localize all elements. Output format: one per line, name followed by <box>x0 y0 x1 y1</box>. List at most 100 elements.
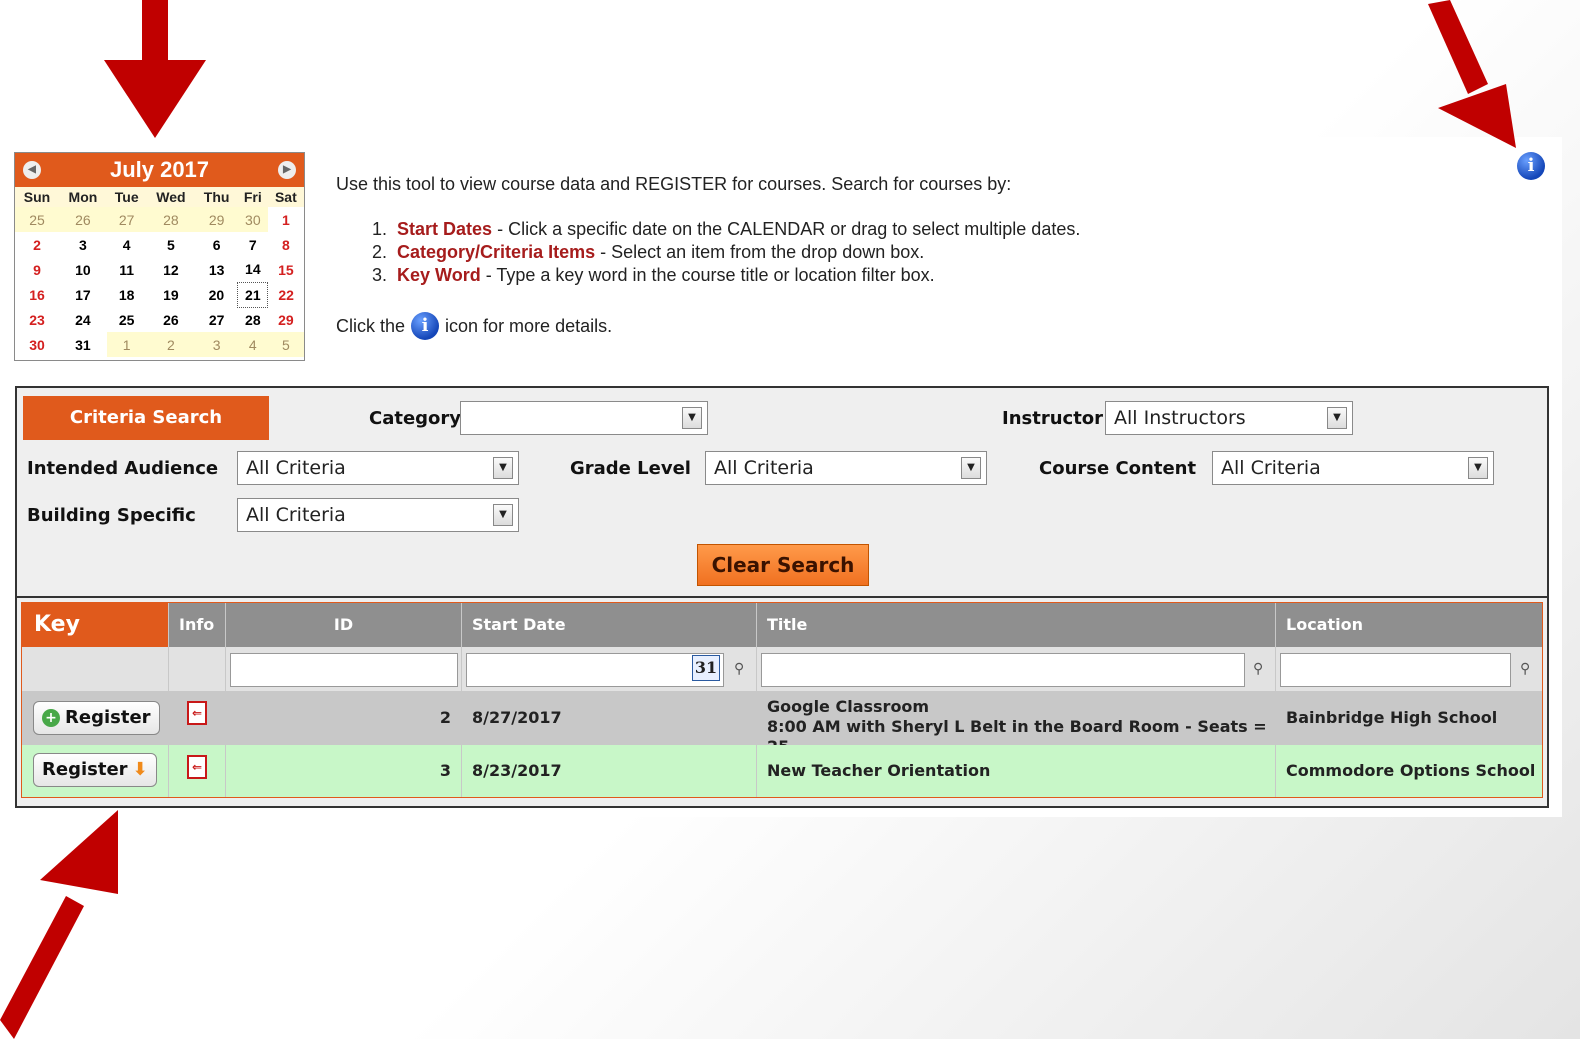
grade-label: Grade Level <box>570 458 691 479</box>
calendar-day[interactable]: 3 <box>195 332 238 357</box>
info-cell: ⇐ <box>169 691 226 745</box>
grade-select[interactable]: All Criteria ▼ <box>705 451 987 485</box>
step-desc: - Click a specific date on the CALENDAR … <box>492 219 1081 239</box>
calendar-day[interactable]: 17 <box>59 282 107 307</box>
calendar-day[interactable]: 15 <box>268 257 304 282</box>
calendar-day[interactable]: 26 <box>147 307 196 332</box>
calendar-day[interactable]: 19 <box>147 282 196 307</box>
calendar-day[interactable]: 16 <box>15 282 59 307</box>
calendar-day[interactable]: 5 <box>267 332 304 357</box>
calendar-day[interactable]: 20 <box>195 282 238 307</box>
table-row[interactable]: + Register ⇐ 2 8/27/2017 Google Classroo… <box>22 691 1542 756</box>
course-title: Google Classroom <box>767 697 930 716</box>
calendar-day[interactable]: 28 <box>238 307 268 332</box>
calendar-day[interactable]: 8 <box>268 232 304 257</box>
calendar-day[interactable]: 11 <box>107 257 147 282</box>
calendar-day[interactable]: 27 <box>106 207 147 232</box>
calendar-day[interactable]: 13 <box>195 257 238 282</box>
calendar-day[interactable]: 25 <box>15 207 59 232</box>
building-label: Building Specific <box>27 505 196 526</box>
calendar: ◀ July 2017 ▶ Sun Mon Tue Wed Thu Fri Sa… <box>14 152 305 361</box>
id-column-header[interactable]: ID <box>226 603 462 647</box>
calendar-day[interactable]: 22 <box>268 282 304 307</box>
register-cell: + Register <box>22 691 169 745</box>
calendar-day[interactable]: 25 <box>107 307 147 332</box>
chevron-down-icon: ▼ <box>493 457 513 479</box>
pdf-icon[interactable]: ⇐ <box>187 701 207 725</box>
category-select[interactable]: ▼ <box>460 401 708 435</box>
info-hint: Click the i icon for more details. <box>336 312 612 340</box>
start-date-filter-input[interactable] <box>466 653 724 687</box>
calendar-day[interactable]: 14 <box>238 257 268 282</box>
key-icon[interactable]: ⚲ <box>1520 660 1530 677</box>
criteria-search-tab[interactable]: Criteria Search <box>23 396 269 440</box>
chevron-down-icon: ▼ <box>1327 407 1347 429</box>
audience-select[interactable]: All Criteria ▼ <box>237 451 519 485</box>
arrow-up-icon <box>0 810 118 1039</box>
calendar-day[interactable]: 2 <box>15 232 59 257</box>
instructor-label: Instructor <box>1002 408 1104 429</box>
title-filter-input[interactable] <box>761 653 1245 687</box>
info-icon: i <box>411 312 440 340</box>
info-icon[interactable]: i <box>1517 152 1545 180</box>
key-icon[interactable]: ⚲ <box>1253 660 1263 677</box>
calendar-icon[interactable]: 31 <box>692 655 720 681</box>
location-filter-input[interactable] <box>1280 653 1511 687</box>
course-grid-panel: Key Search Info ID Start Date Title Loca… <box>15 598 1549 808</box>
pdf-icon[interactable]: ⇐ <box>187 755 207 779</box>
calendar-day[interactable]: 1 <box>106 332 147 357</box>
table-row[interactable]: Register ⬇ ⇐ 3 8/23/2017 New Teacher Ori… <box>22 745 1542 797</box>
filter-cell <box>226 647 462 691</box>
building-value: All Criteria <box>246 504 346 526</box>
audience-value: All Criteria <box>246 457 346 479</box>
building-select[interactable]: All Criteria ▼ <box>237 498 519 532</box>
calendar-day[interactable]: 1 <box>268 207 304 232</box>
title-column-header[interactable]: Title <box>757 603 1276 647</box>
prev-month-icon[interactable]: ◀ <box>23 161 41 179</box>
calendar-day[interactable]: 3 <box>59 232 107 257</box>
calendar-day-today[interactable]: 21 <box>237 281 269 308</box>
calendar-day[interactable]: 27 <box>195 307 238 332</box>
calendar-day[interactable]: 2 <box>146 332 196 357</box>
info-column-header[interactable]: Info <box>169 603 226 647</box>
calendar-day[interactable]: 24 <box>59 307 107 332</box>
location-cell: Bainbridge High School <box>1286 708 1498 727</box>
start-date-cell: 8/27/2017 <box>462 691 757 745</box>
id-filter-input[interactable] <box>230 653 458 687</box>
calendar-day[interactable]: 30 <box>237 207 268 232</box>
key-icon[interactable]: ⚲ <box>734 660 744 677</box>
content-select[interactable]: All Criteria ▼ <box>1212 451 1494 485</box>
category-label: Category <box>369 408 462 429</box>
clear-search-button[interactable]: Clear Search <box>697 544 869 586</box>
filter-cell <box>22 647 169 691</box>
location-column-header[interactable]: Location <box>1276 603 1542 647</box>
calendar-day[interactable]: 9 <box>15 257 59 282</box>
grade-value: All Criteria <box>714 457 814 479</box>
start-date-column-header[interactable]: Start Date <box>462 603 757 647</box>
next-month-icon[interactable]: ▶ <box>278 161 296 179</box>
calendar-day[interactable]: 10 <box>59 257 107 282</box>
step-item: 1. Start Dates - Click a specific date o… <box>372 218 1080 241</box>
calendar-day[interactable]: 23 <box>15 307 59 332</box>
register-button[interactable]: Register ⬇ <box>33 753 157 787</box>
calendar-day[interactable]: 12 <box>147 257 196 282</box>
calendar-day[interactable]: 7 <box>238 232 268 257</box>
calendar-day[interactable]: 5 <box>147 232 196 257</box>
calendar-day[interactable]: 29 <box>268 307 304 332</box>
register-button[interactable]: + Register <box>33 701 160 735</box>
calendar-day[interactable]: 30 <box>15 332 59 357</box>
plus-icon: + <box>42 709 60 727</box>
calendar-day[interactable]: 26 <box>59 207 107 232</box>
calendar-day[interactable]: 28 <box>146 207 196 232</box>
calendar-day[interactable]: 29 <box>195 207 238 232</box>
calendar-day[interactable]: 4 <box>237 332 268 357</box>
step-item: 3. Key Word - Type a key word in the cou… <box>372 264 1080 287</box>
register-label: Register <box>42 759 128 780</box>
calendar-day[interactable]: 31 <box>59 332 107 357</box>
arrow-down-icon <box>104 0 206 138</box>
calendar-day[interactable]: 4 <box>107 232 147 257</box>
calendar-day[interactable]: 18 <box>107 282 147 307</box>
step-number: 2. <box>372 242 388 262</box>
calendar-day[interactable]: 6 <box>195 232 238 257</box>
instructor-select[interactable]: All Instructors ▼ <box>1105 401 1353 435</box>
